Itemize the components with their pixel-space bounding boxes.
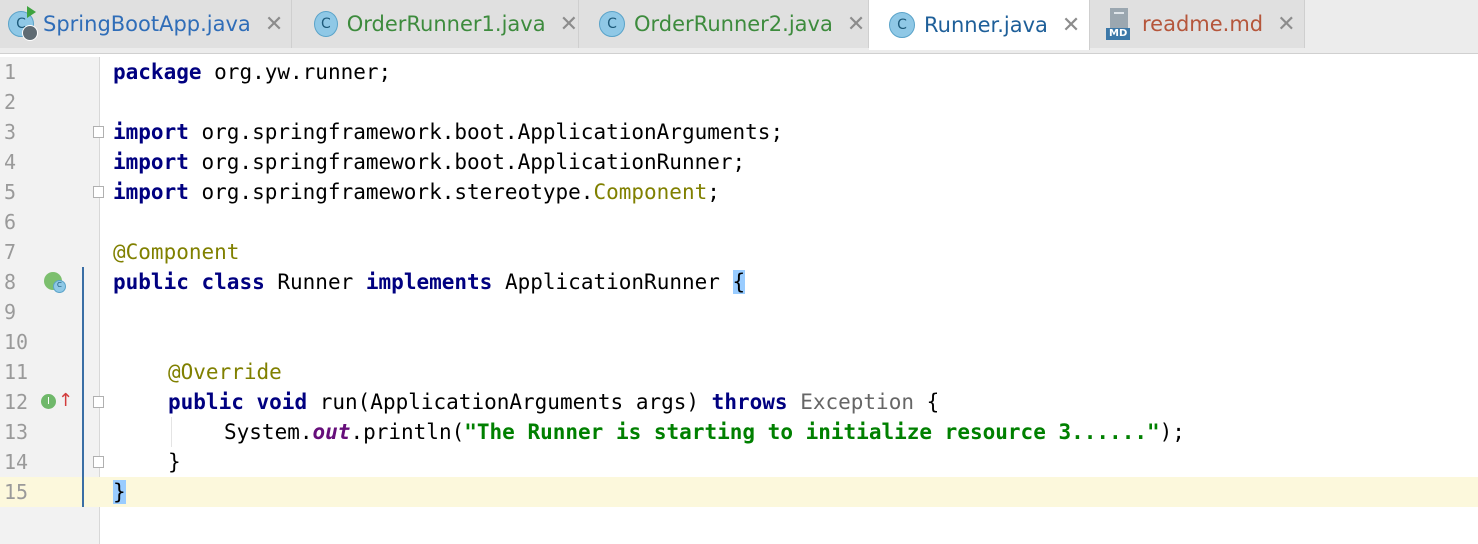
code-text: import org.springframework.boot.Applicat… — [113, 150, 746, 174]
matched-brace: { — [732, 270, 746, 294]
line-number: 13 — [4, 420, 29, 444]
override-arrow-icon[interactable]: ↑ — [58, 392, 73, 410]
line-number: 1 — [4, 60, 17, 84]
code-text: } — [168, 450, 181, 474]
close-icon[interactable]: ✕ — [265, 12, 283, 37]
line-number: 6 — [4, 210, 17, 234]
line-number: 7 — [4, 240, 17, 264]
code-line[interactable]: 6 — [0, 207, 1478, 237]
close-icon[interactable]: ✕ — [560, 12, 578, 37]
spring-bean-icon[interactable]: C — [44, 272, 66, 293]
tab-readme[interactable]: MD readme.md ✕ — [1090, 0, 1305, 48]
code-line[interactable]: 14 } — [0, 447, 1478, 477]
code-line[interactable]: 3 import org.springframework.boot.Applic… — [0, 117, 1478, 147]
code-text: import org.springframework.stereotype.Co… — [113, 180, 720, 204]
line-number: 10 — [4, 330, 29, 354]
code-editor[interactable]: 1 package org.yw.runner; 2 3 import org.… — [0, 57, 1478, 544]
spring-boot-class-icon: C — [8, 6, 38, 41]
code-line[interactable]: 4 import org.springframework.boot.Applic… — [0, 147, 1478, 177]
tab-orderrunner2[interactable]: C OrderRunner2.java ✕ — [579, 0, 869, 48]
line-number: 12 — [4, 390, 29, 414]
line-number: 14 — [4, 450, 29, 474]
code-line-current[interactable]: 15 } — [0, 477, 1478, 507]
code-text: public class Runner implements Applicati… — [113, 270, 746, 294]
line-number: 8 — [4, 270, 17, 294]
code-line[interactable]: 7 @Component — [0, 237, 1478, 267]
close-icon[interactable]: ✕ — [847, 12, 865, 37]
code-line[interactable]: 10 — [0, 327, 1478, 357]
tab-label: readme.md — [1142, 12, 1264, 36]
code-line[interactable]: 12 I ↑ public void run(ApplicationArgume… — [0, 387, 1478, 417]
line-number: 5 — [4, 180, 17, 204]
class-icon: C — [314, 11, 338, 37]
matched-brace: } — [113, 480, 126, 504]
line-number: 2 — [4, 90, 17, 114]
line-number: 4 — [4, 150, 17, 174]
code-line[interactable]: 11 @Override — [0, 357, 1478, 387]
code-text: } — [113, 477, 126, 507]
implements-method-icon[interactable]: I — [41, 394, 56, 409]
code-line[interactable]: 2 — [0, 87, 1478, 117]
code-line[interactable]: 8 C public class Runner implements Appli… — [0, 267, 1478, 297]
class-icon: C — [889, 12, 915, 38]
line-number: 11 — [4, 360, 29, 384]
code-text: import org.springframework.boot.Applicat… — [113, 120, 784, 144]
code-text: System.out.println("The Runner is starti… — [224, 420, 1185, 444]
code-line[interactable]: 5 import org.springframework.stereotype.… — [0, 177, 1478, 207]
tab-label: OrderRunner1.java — [346, 12, 546, 36]
code-line[interactable]: 1 package org.yw.runner; — [0, 57, 1478, 87]
run-arrow-icon — [27, 6, 36, 18]
code-text: public void run(ApplicationArguments arg… — [168, 390, 940, 414]
close-icon[interactable]: ✕ — [1277, 12, 1295, 37]
tab-orderrunner1[interactable]: C OrderRunner1.java ✕ — [292, 0, 579, 48]
indent-guide — [171, 417, 172, 447]
markdown-file-icon: MD — [1106, 8, 1134, 40]
tab-label: Runner.java — [924, 13, 1048, 37]
code-line[interactable]: 9 — [0, 297, 1478, 327]
tab-runner[interactable]: C Runner.java ✕ — [869, 0, 1090, 50]
code-text: package org.yw.runner; — [113, 60, 392, 84]
editor-tab-bar: C SpringBootApp.java ✕ C OrderRunner1.ja… — [0, 0, 1478, 54]
run-badge-icon — [22, 25, 38, 41]
close-icon[interactable]: ✕ — [1062, 13, 1080, 38]
tab-label: OrderRunner2.java — [634, 12, 833, 36]
line-number: 15 — [4, 480, 29, 504]
tab-label: SpringBootApp.java — [43, 12, 251, 36]
tab-springbootapp[interactable]: C SpringBootApp.java ✕ — [0, 0, 292, 48]
code-text: @Override — [168, 360, 282, 384]
line-number: 3 — [4, 120, 17, 144]
code-line[interactable]: 13 System.out.println("The Runner is sta… — [0, 417, 1478, 447]
fold-start-icon[interactable] — [93, 396, 104, 408]
line-number: 9 — [4, 300, 17, 324]
fold-end-icon[interactable] — [93, 186, 104, 198]
code-text: @Component — [113, 240, 240, 264]
fold-start-icon[interactable] — [93, 126, 104, 138]
class-icon: C — [599, 11, 625, 37]
scope-indicator — [82, 267, 84, 507]
fold-end-icon[interactable] — [93, 456, 104, 468]
